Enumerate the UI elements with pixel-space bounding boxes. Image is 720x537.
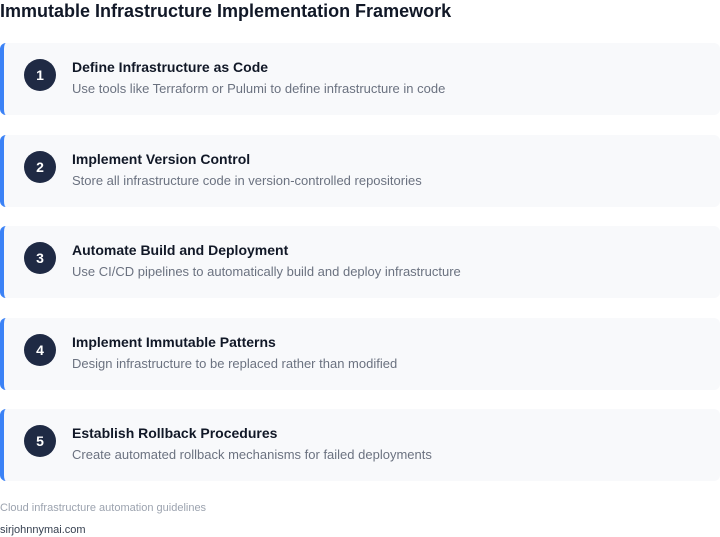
step-number-badge: 2 [24, 150, 56, 183]
steps-list: 1 Define Infrastructure as Code Use tool… [0, 43, 720, 501]
step-card-1: 1 Define Infrastructure as Code Use tool… [0, 43, 720, 115]
step-title: Implement Version Control [72, 150, 251, 167]
step-description: Create automated rollback mechanisms for… [72, 447, 432, 462]
step-card-2: 2 Implement Version Control Store all in… [0, 134, 720, 207]
step-card-3: 3 Automate Build and Deployment Use CI/C… [0, 226, 720, 298]
step-description: Design infrastructure to be replaced rat… [72, 355, 398, 371]
step-number-badge: 3 [24, 242, 56, 274]
step-number-badge: 5 [24, 425, 56, 457]
page-title: Immutable Infrastructure Implementation … [0, 1, 452, 21]
footer-site: sirjohnnymai.com [0, 524, 86, 536]
step-title: Implement Immutable Patterns [72, 333, 276, 350]
footer-note: Cloud infrastructure automation guidelin… [0, 502, 207, 514]
step-description: Use CI/CD pipelines to automatically bui… [72, 264, 461, 279]
step-number-badge: 4 [24, 333, 56, 366]
step-card-5: 5 Establish Rollback Procedures Create a… [0, 409, 720, 481]
step-title: Establish Rollback Procedures [72, 425, 278, 441]
step-description: Use tools like Terraform or Pulumi to de… [72, 81, 446, 96]
step-description: Store all infrastructure code in version… [72, 172, 422, 188]
step-card-4: 4 Implement Immutable Patterns Design in… [0, 317, 720, 390]
step-number-badge: 1 [24, 59, 56, 91]
step-title: Define Infrastructure as Code [72, 59, 269, 75]
step-title: Automate Build and Deployment [72, 242, 289, 258]
